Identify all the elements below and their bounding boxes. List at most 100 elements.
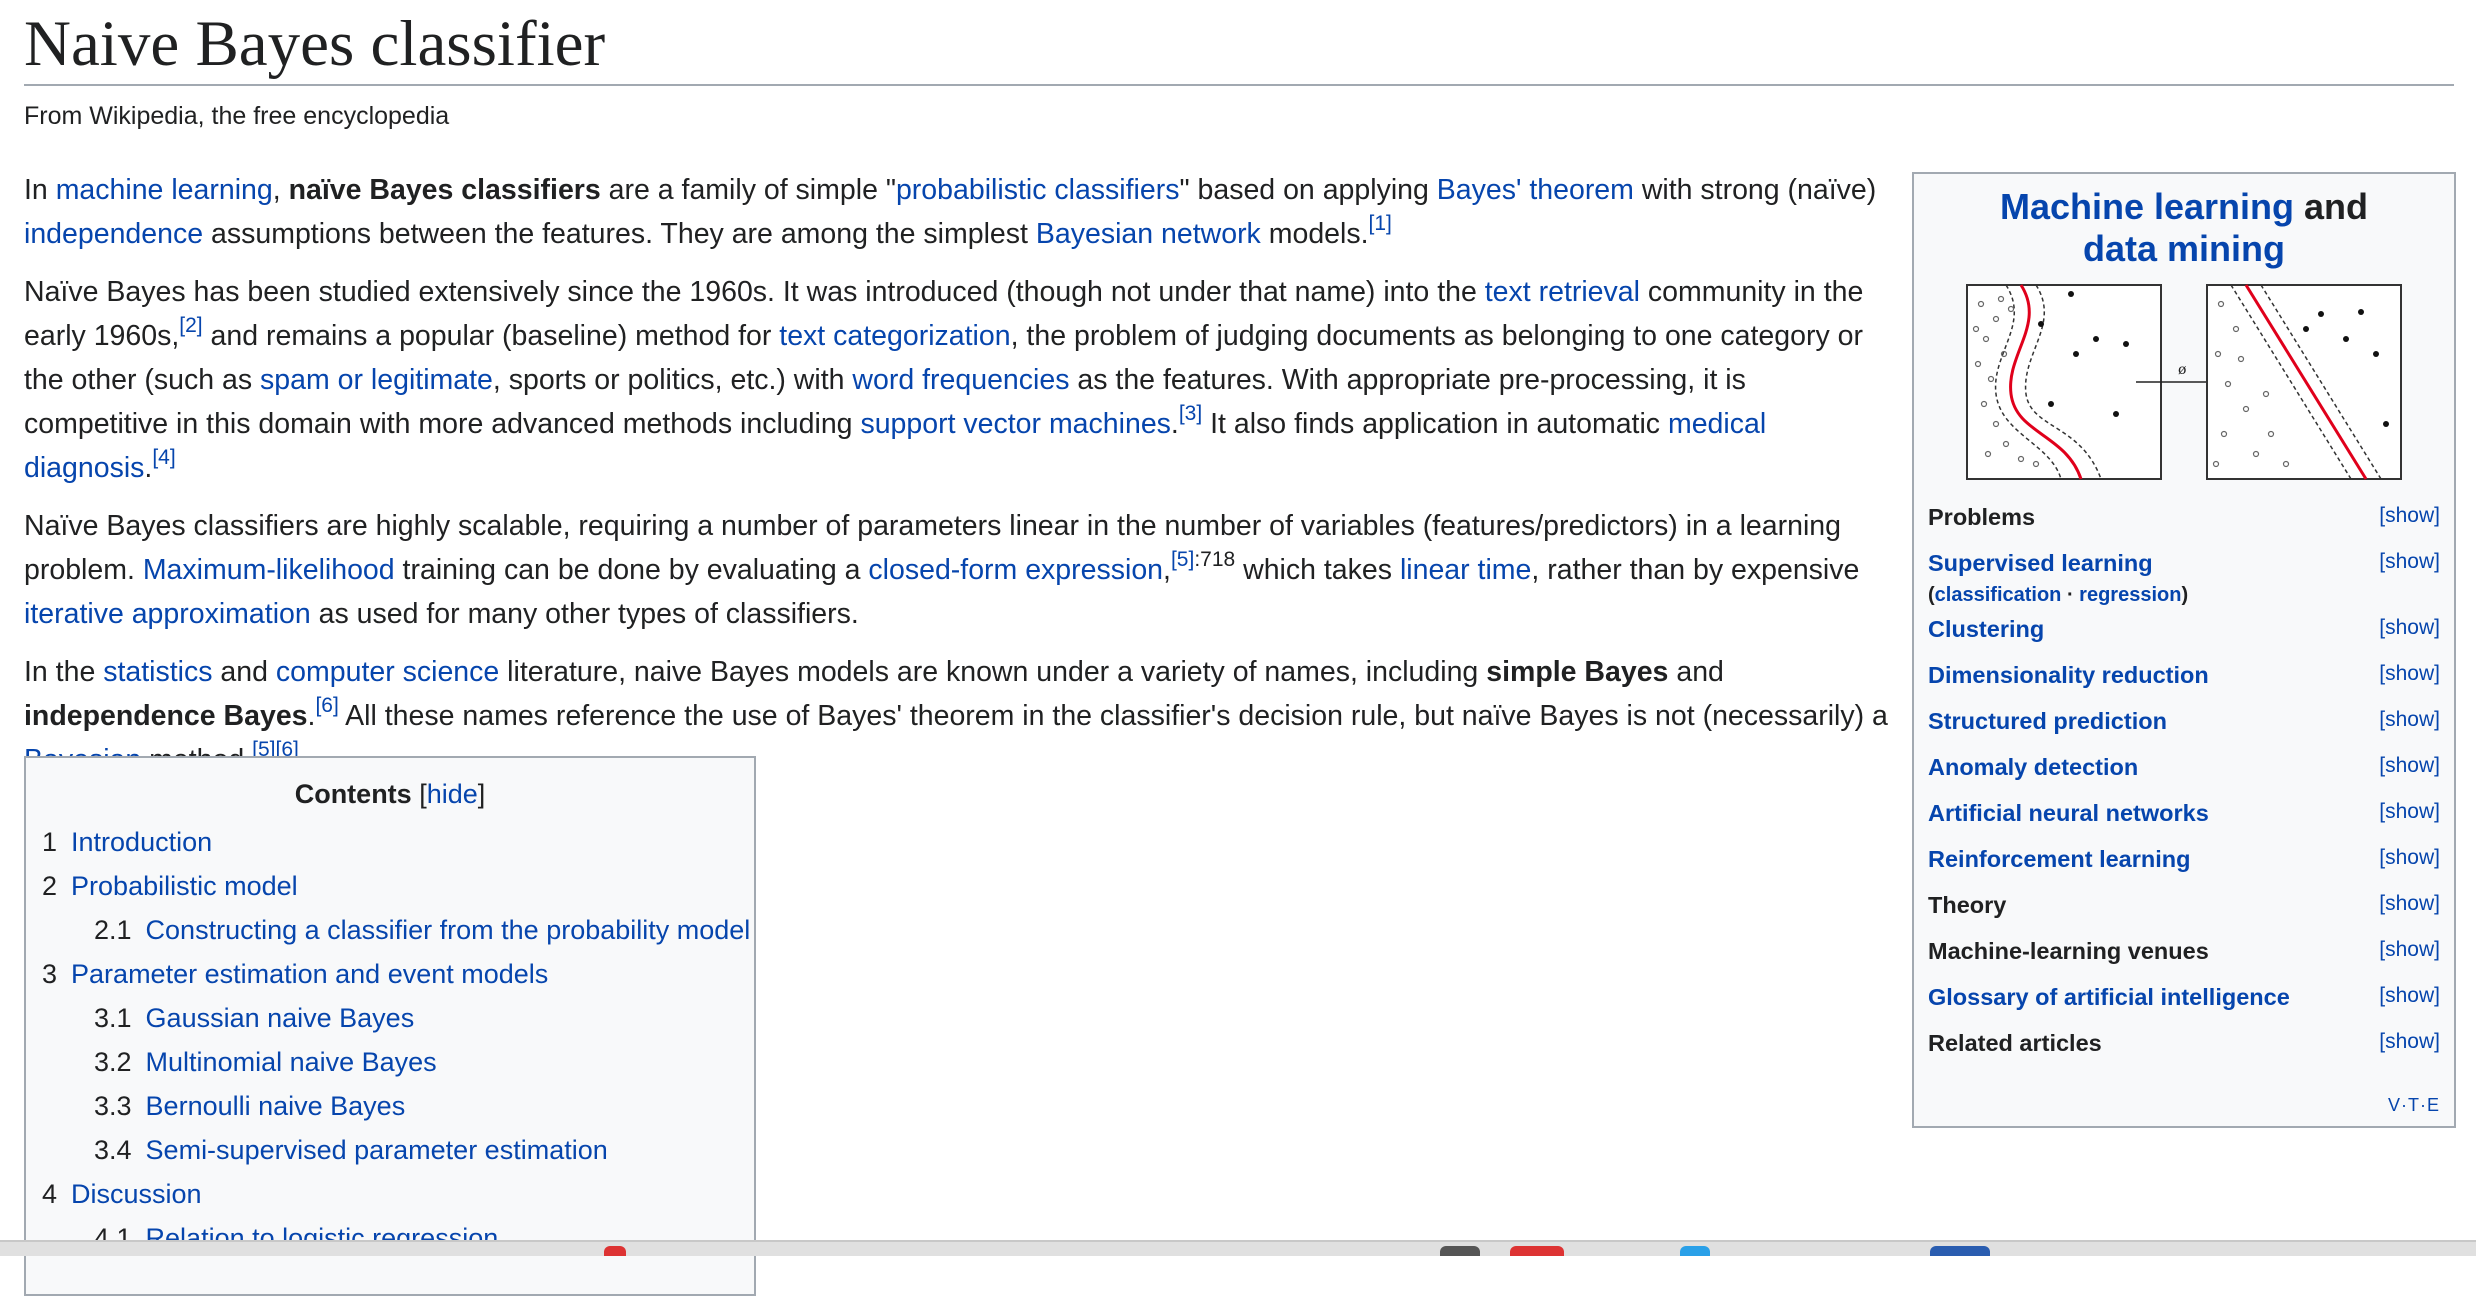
text: ,	[272, 174, 289, 206]
reference-link[interactable]: [4]	[152, 446, 175, 469]
page-title: Naive Bayes classifier	[24, 4, 2454, 86]
classification-illustration: ø	[1966, 284, 2402, 480]
toc-item[interactable]: 4 Discussion	[26, 1172, 754, 1216]
text: as used for many other types of classifi…	[310, 598, 859, 630]
text: , rather than by expensive	[1531, 554, 1860, 586]
navbox-row-link[interactable]: Reinforcement learning	[1928, 846, 2190, 873]
link-spam-or-legitimate[interactable]: spam or legitimate	[260, 364, 493, 396]
text: assumptions between the features. They a…	[203, 218, 1036, 250]
toc-bracket: [	[419, 779, 427, 809]
dock-icon[interactable]	[1680, 1246, 1710, 1256]
scatter-panel-left	[1966, 284, 2162, 480]
show-toggle[interactable]: [show]	[2379, 754, 2440, 778]
link-independence[interactable]: independence	[24, 218, 203, 250]
link-maximum-likelihood[interactable]: Maximum-likelihood	[143, 554, 395, 586]
reference-link[interactable]: [2]	[179, 314, 202, 337]
link-closed-form-expression[interactable]: closed-form expression	[868, 554, 1163, 586]
reference-link[interactable]: [3]	[1179, 402, 1202, 425]
navbox-row-link[interactable]: Clustering	[1928, 616, 2044, 643]
text: which takes	[1235, 554, 1400, 586]
link-bayes-theorem[interactable]: Bayes' theorem	[1437, 174, 1634, 206]
dock-icon[interactable]	[604, 1246, 626, 1256]
toc-item[interactable]: 2 Probabilistic model	[26, 864, 754, 908]
toc-link[interactable]: Semi-supervised parameter estimation	[146, 1135, 608, 1165]
show-toggle[interactable]: [show]	[2379, 938, 2440, 962]
toc-bracket: ]	[477, 779, 486, 809]
toc-item[interactable]: 1 Introduction	[26, 820, 754, 864]
toc-item[interactable]: 3.1 Gaussian naive Bayes	[26, 996, 754, 1040]
link-linear-time[interactable]: linear time	[1400, 554, 1531, 586]
link-probabilistic-classifiers[interactable]: probabilistic classifiers	[896, 174, 1180, 206]
link-classification[interactable]: classification	[1935, 584, 2062, 606]
navbox-row-label: Theory	[1928, 892, 2007, 918]
navbox-row-link[interactable]: Glossary of artificial intelligence	[1928, 984, 2290, 1011]
link-word-frequencies[interactable]: word frequencies	[852, 364, 1069, 396]
toc-link[interactable]: Constructing a classifier from the proba…	[146, 915, 751, 945]
link-bayesian-network[interactable]: Bayesian network	[1036, 218, 1261, 250]
show-toggle[interactable]: [show]	[2379, 846, 2440, 870]
toc-heading: Contents	[294, 779, 412, 809]
link-support-vector-machines[interactable]: support vector machines	[860, 408, 1170, 440]
paren: (	[1928, 584, 1935, 606]
vte-links[interactable]: V·T·E	[2388, 1095, 2440, 1116]
reference-link[interactable]: [5]	[1171, 548, 1194, 571]
toc-link[interactable]: Probabilistic model	[71, 871, 298, 901]
link-computer-science[interactable]: computer science	[276, 656, 499, 688]
navbox-row-link[interactable]: Structured prediction	[1928, 708, 2167, 735]
navbox-title-link-machine-learning[interactable]: Machine learning	[2000, 186, 2294, 227]
show-toggle[interactable]: [show]	[2379, 550, 2440, 574]
text: and	[1668, 656, 1724, 688]
toc-link[interactable]: Introduction	[71, 827, 212, 857]
reference-link[interactable]: [6]	[315, 694, 338, 717]
page-number: :718	[1194, 548, 1236, 571]
text: literature, naive Bayes models are known…	[499, 656, 1487, 688]
show-toggle[interactable]: [show]	[2379, 662, 2440, 686]
show-toggle[interactable]: [show]	[2379, 708, 2440, 732]
toc-item[interactable]: 3 Parameter estimation and event models	[26, 952, 754, 996]
toc-link[interactable]: Parameter estimation and event models	[71, 959, 548, 989]
navbox-row-link[interactable]: Artificial neural networks	[1928, 800, 2209, 827]
show-toggle[interactable]: [show]	[2379, 504, 2440, 528]
dock-icon[interactable]	[1510, 1246, 1564, 1256]
link-iterative-approximation[interactable]: iterative approximation	[24, 598, 311, 630]
navbox-title-link-data-mining[interactable]: data mining	[2083, 228, 2285, 269]
link-regression[interactable]: regression	[2079, 584, 2181, 606]
navbox-row-link[interactable]: Anomaly detection	[1928, 754, 2138, 781]
navbox-title: Machine learning and data mining	[1914, 186, 2454, 270]
link-text-categorization[interactable]: text categorization	[779, 320, 1010, 352]
paren: )	[2181, 584, 2189, 606]
show-toggle[interactable]: [show]	[2379, 1030, 2440, 1054]
reference-link[interactable]: [1]	[1369, 212, 1392, 235]
navbox-title-and: and	[2294, 186, 2369, 227]
navbox-row-link[interactable]: Supervised learning	[1928, 550, 2153, 577]
toc-link[interactable]: Bernoulli naive Bayes	[146, 1091, 406, 1121]
text: In the	[24, 656, 104, 688]
link-statistics[interactable]: statistics	[103, 656, 212, 688]
bold-term: independence Bayes	[24, 700, 308, 732]
navbox-row-label: Machine-learning venues	[1928, 938, 2209, 964]
link-machine-learning[interactable]: machine learning	[56, 174, 273, 206]
toc-number: 3	[42, 959, 58, 989]
toc-link[interactable]: Gaussian naive Bayes	[146, 1003, 415, 1033]
link-text-retrieval[interactable]: text retrieval	[1485, 276, 1640, 308]
arrow-label: ø	[2178, 362, 2186, 378]
article-content: In machine learning, naïve Bayes classif…	[24, 168, 1894, 796]
show-toggle[interactable]: [show]	[2379, 892, 2440, 916]
dock-icon[interactable]	[1440, 1246, 1480, 1256]
toc-item[interactable]: 3.4 Semi-supervised parameter estimation	[26, 1128, 754, 1172]
show-toggle[interactable]: [show]	[2379, 984, 2440, 1008]
toc-hide-toggle[interactable]: hide	[427, 779, 478, 809]
toc-link[interactable]: Discussion	[71, 1179, 202, 1209]
show-toggle[interactable]: [show]	[2379, 616, 2440, 640]
show-toggle[interactable]: [show]	[2379, 800, 2440, 824]
toc-item[interactable]: 2.1 Constructing a classifier from the pr…	[26, 908, 754, 952]
navbox-row-link[interactable]: Dimensionality reduction	[1928, 662, 2209, 689]
scatter-panel-right	[2206, 284, 2402, 480]
toc-item[interactable]: 3.3 Bernoulli naive Bayes	[26, 1084, 754, 1128]
toc-link[interactable]: Multinomial naive Bayes	[146, 1047, 437, 1077]
paragraph-2: Naïve Bayes has been studied extensively…	[24, 270, 1894, 490]
dock-icon[interactable]	[1930, 1246, 1990, 1256]
toc-item[interactable]: 3.2 Multinomial naive Bayes	[26, 1040, 754, 1084]
sidebar-navbox: Machine learning and data mining ø Probl…	[1912, 172, 2456, 1128]
text: In	[24, 174, 56, 206]
